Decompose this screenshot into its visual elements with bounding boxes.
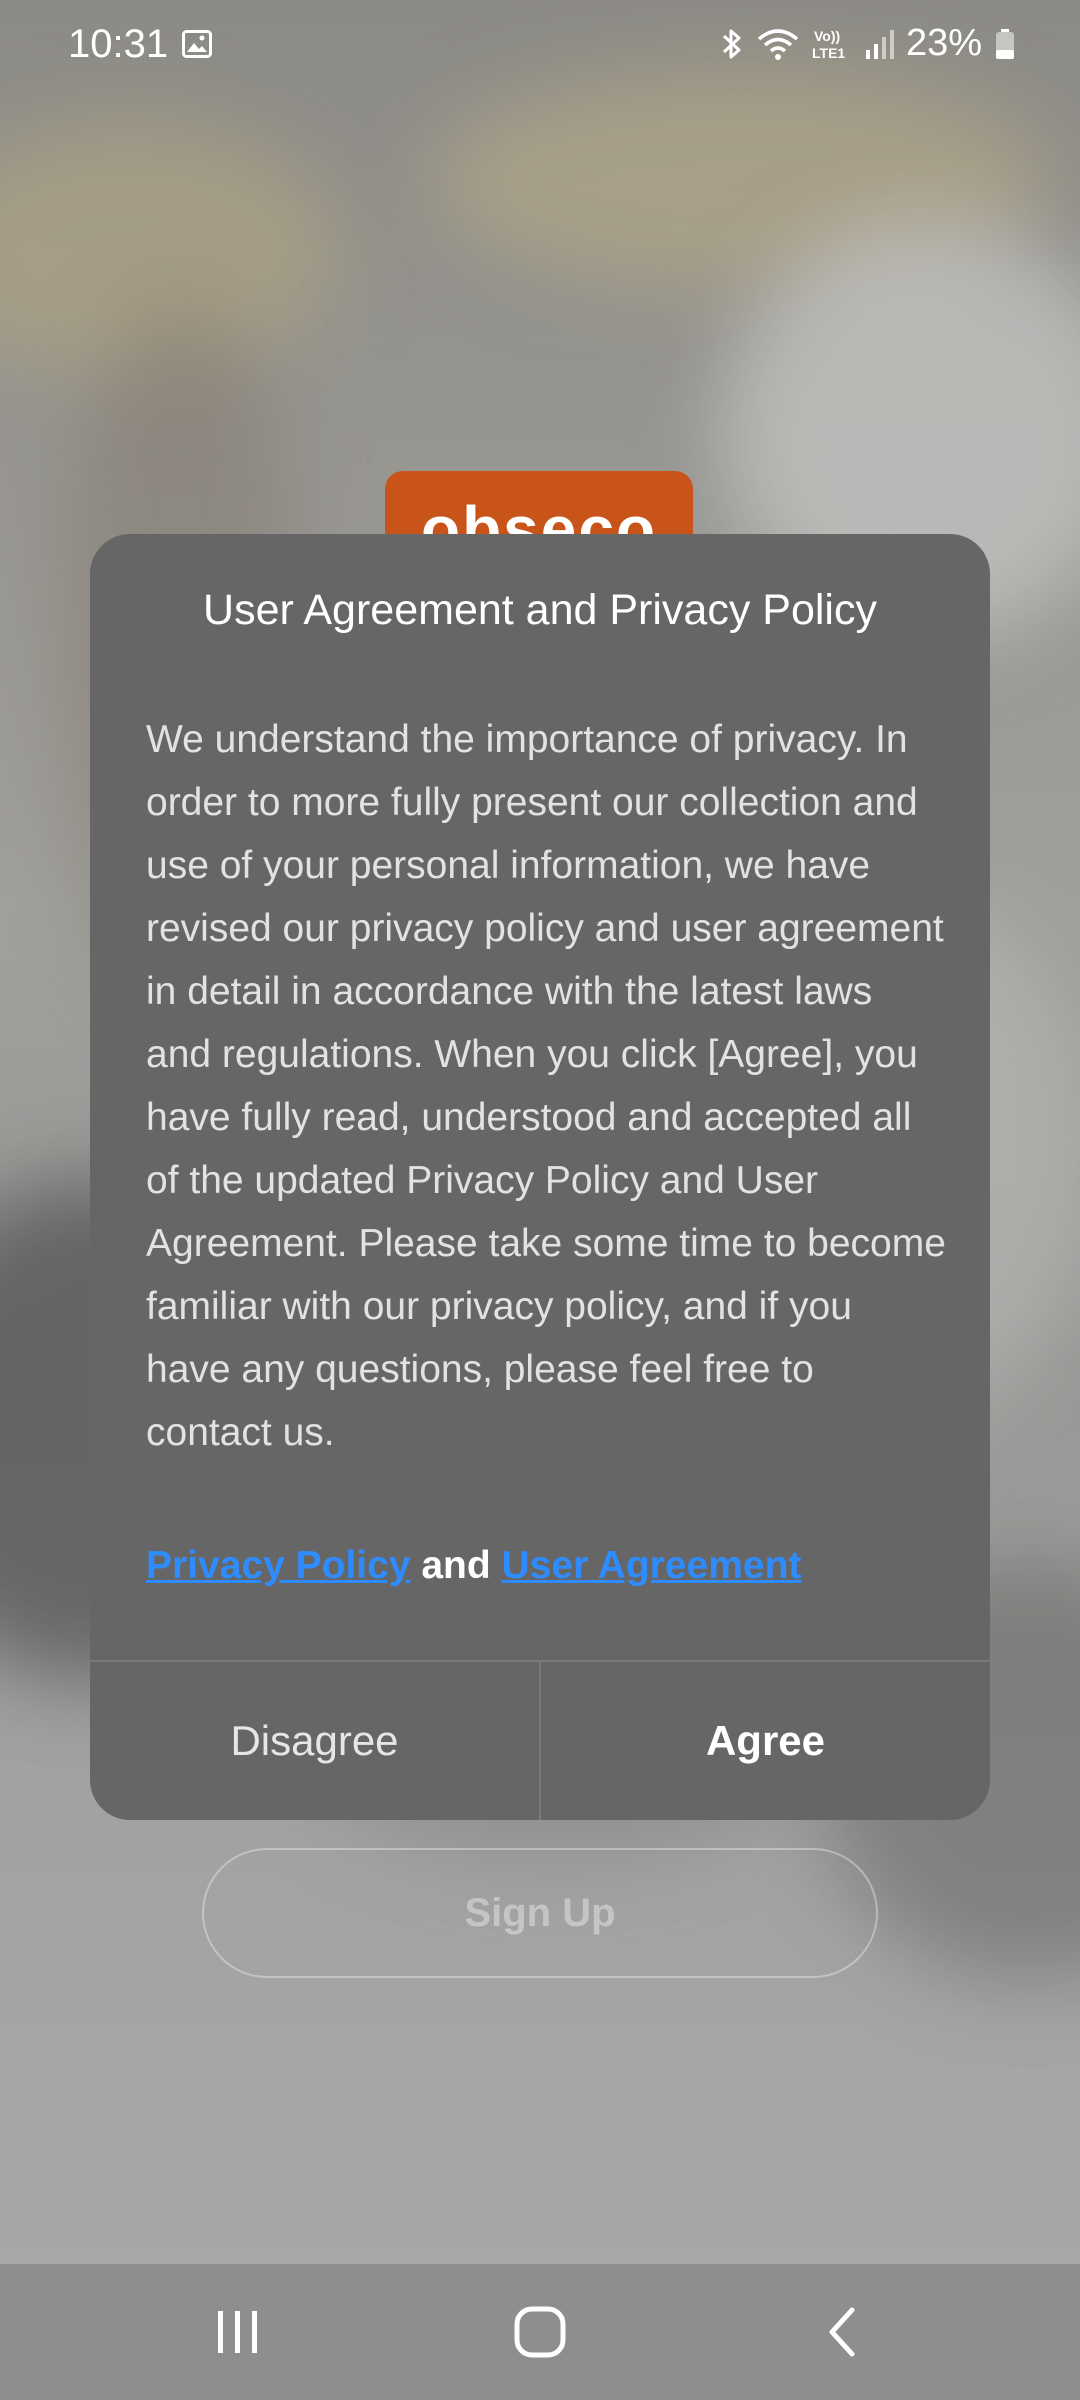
battery-percent: 23%: [905, 22, 982, 64]
policy-links: Privacy Policy and User Agreement: [146, 1544, 801, 1588]
disagree-label: Disagree: [230, 1717, 399, 1764]
bluetooth-icon: [722, 29, 741, 58]
navigation-bar: [0, 2264, 1080, 2400]
status-bar: 10:31 Vo)) LTE1 23%: [0, 0, 1080, 96]
volte-icon: Vo)) LTE1: [812, 28, 845, 61]
wifi-icon: [757, 28, 799, 60]
home-button[interactable]: [440, 2264, 640, 2400]
recent-apps-button[interactable]: [138, 2264, 338, 2400]
user-agreement-link[interactable]: User Agreement: [502, 1544, 802, 1587]
back-icon: [829, 2307, 855, 2357]
disagree-button[interactable]: Disagree: [90, 1662, 539, 1820]
battery-icon: [996, 28, 1014, 59]
agree-label: Agree: [705, 1717, 826, 1764]
agree-button[interactable]: Agree: [541, 1662, 990, 1820]
recent-apps-icon: [218, 2311, 257, 2353]
dialog-title: User Agreement and Privacy Policy: [203, 586, 877, 634]
svg-text:Vo)): Vo)): [814, 28, 840, 44]
svg-text:LTE1: LTE1: [812, 45, 845, 61]
sign-up-label: Sign Up: [464, 1890, 616, 1935]
status-icons: Vo)) LTE1 23%: [720, 22, 1016, 65]
sign-up-button[interactable]: Sign Up: [202, 1848, 878, 1978]
signal-icon: [865, 29, 894, 59]
privacy-dialog: User Agreement and Privacy Policy We und…: [90, 534, 990, 1820]
dialog-body: We understand the importance of privacy.…: [146, 718, 946, 1454]
home-icon: [514, 2306, 566, 2358]
links-and-text: and: [421, 1544, 491, 1587]
gallery-icon: [182, 30, 212, 58]
status-time: 10:31: [68, 22, 169, 66]
privacy-policy-link[interactable]: Privacy Policy: [146, 1544, 411, 1587]
back-button[interactable]: [742, 2264, 942, 2400]
